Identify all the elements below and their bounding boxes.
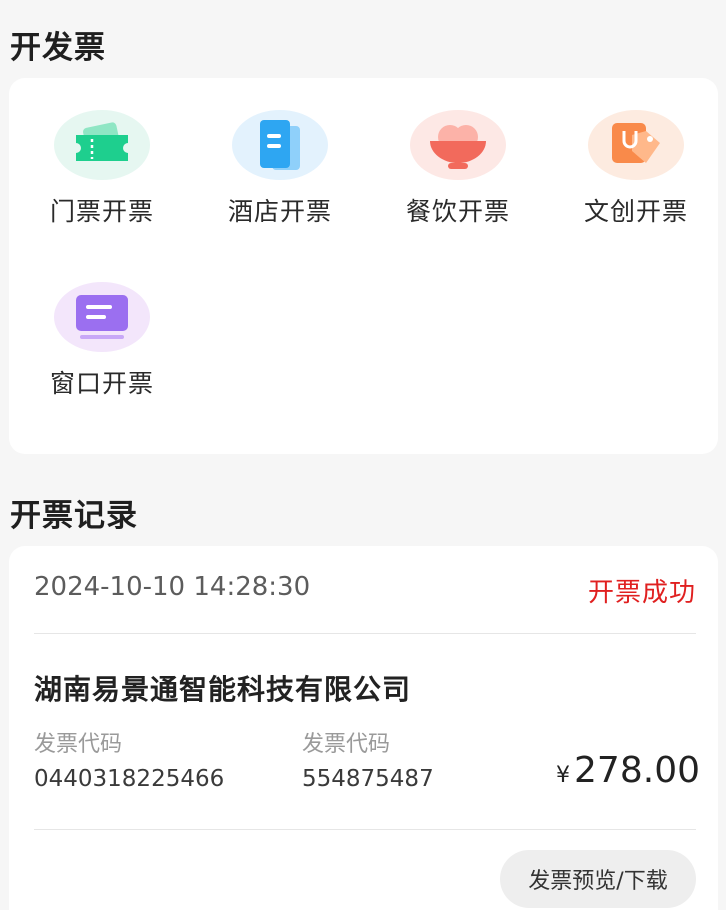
invoice-type-culture[interactable]: 文创开票 xyxy=(547,78,725,228)
invoice-type-hotel[interactable]: 酒店开票 xyxy=(191,78,369,228)
record-time: 2024-10-10 14:28:30 xyxy=(34,572,311,602)
invoice-type-label: 文创开票 xyxy=(583,197,688,226)
invoice-type-food[interactable]: 餐饮开票 xyxy=(369,78,547,228)
divider xyxy=(34,633,696,634)
invoice-record-card[interactable]: 2024-10-10 14:28:30 开票成功 湖南易景通智能科技有限公司 发… xyxy=(9,546,718,910)
invoice-type-label: 酒店开票 xyxy=(227,197,332,226)
invoice-type-label: 窗口开票 xyxy=(49,369,154,398)
invoice-type-label: 门票开票 xyxy=(49,197,154,226)
invoice-section-title: 开发票 xyxy=(10,30,106,66)
invoice-code-value: 0440318225466 xyxy=(34,766,225,792)
invoice-type-window[interactable]: 窗口开票 xyxy=(13,250,191,400)
invoice-code-label: 发票代码 xyxy=(34,732,123,757)
invoice-number-value: 554875487 xyxy=(302,766,434,792)
divider xyxy=(34,829,696,830)
invoice-type-grid: 门票开票 酒店开票 餐饮开票 文创开票 窗口开票 xyxy=(9,78,718,454)
record-amount: ¥ 278.00 xyxy=(556,750,700,791)
invoice-preview-download-button[interactable]: 发票预览/下载 xyxy=(500,850,696,908)
record-status-badge: 开票成功 xyxy=(587,578,696,608)
ticket-icon xyxy=(54,110,150,180)
invoice-type-ticket[interactable]: 门票开票 xyxy=(13,78,191,228)
food-bowl-icon xyxy=(410,110,506,180)
records-section-title: 开票记录 xyxy=(10,498,138,534)
amount-value: 278.00 xyxy=(574,750,700,791)
price-tag-icon xyxy=(588,110,684,180)
currency-symbol: ¥ xyxy=(556,763,571,788)
invoice-type-label: 餐饮开票 xyxy=(405,197,510,226)
hotel-doc-icon xyxy=(232,110,328,180)
window-counter-icon xyxy=(54,282,150,352)
invoice-number-label: 发票代码 xyxy=(302,732,391,757)
record-company-name: 湖南易景通智能科技有限公司 xyxy=(34,673,412,706)
invoice-page: 开发票 门票开票 酒店开票 餐饮开票 文创开票 窗口开票 开票记录 2024-1… xyxy=(0,0,726,910)
